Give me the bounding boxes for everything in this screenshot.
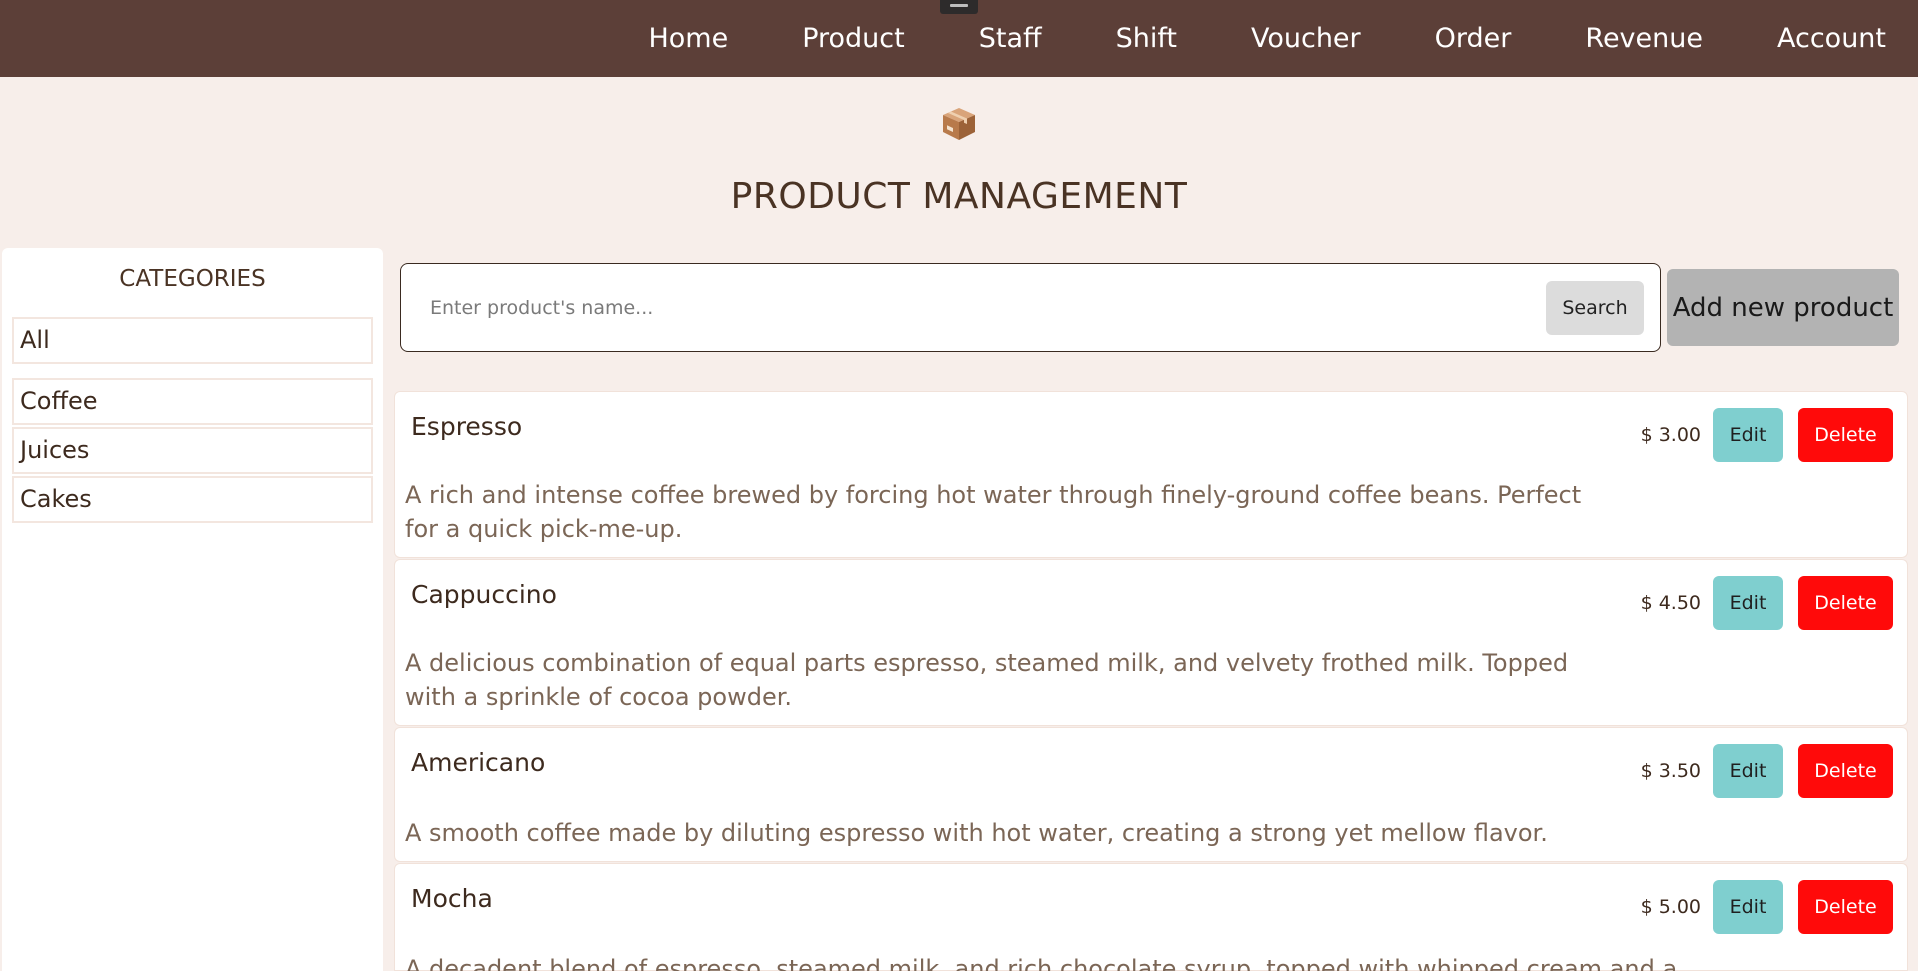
package-box-icon xyxy=(943,108,975,140)
product-card: Americano A smooth coffee made by diluti… xyxy=(394,727,1908,862)
page-title: PRODUCT MANAGEMENT xyxy=(730,176,1188,217)
category-all[interactable]: All xyxy=(12,317,373,364)
delete-button[interactable]: Delete xyxy=(1798,744,1893,798)
category-juices[interactable]: Juices xyxy=(12,427,373,474)
categories-title: CATEGORIES xyxy=(119,266,266,292)
nav-item-order[interactable]: Order xyxy=(1435,23,1512,54)
top-navbar: Home Product Staff Shift Voucher Order R… xyxy=(0,0,1918,77)
edit-button[interactable]: Edit xyxy=(1713,880,1783,934)
search-input[interactable] xyxy=(430,288,1510,328)
edit-button[interactable]: Edit xyxy=(1713,408,1783,462)
search-box: Search xyxy=(400,263,1661,352)
delete-button[interactable]: Delete xyxy=(1798,408,1893,462)
product-price: $ 4.50 xyxy=(1640,592,1701,614)
add-new-product-button[interactable]: Add new product xyxy=(1667,269,1899,346)
delete-button[interactable]: Delete xyxy=(1798,576,1893,630)
nav-item-account[interactable]: Account xyxy=(1777,23,1886,54)
edit-button[interactable]: Edit xyxy=(1713,744,1783,798)
product-card: Espresso A rich and intense coffee brewe… xyxy=(394,391,1908,558)
search-button[interactable]: Search xyxy=(1546,281,1644,335)
product-price: $ 5.00 xyxy=(1640,896,1701,918)
categories-sidebar: CATEGORIES All Coffee Juices Cakes xyxy=(2,248,383,971)
category-cakes[interactable]: Cakes xyxy=(12,476,373,523)
product-price: $ 3.00 xyxy=(1640,424,1701,446)
product-name: Mocha xyxy=(411,884,493,913)
product-card: Cappuccino A delicious combination of eq… xyxy=(394,559,1908,726)
product-description: A smooth coffee made by diluting espress… xyxy=(405,819,1548,847)
delete-button[interactable]: Delete xyxy=(1798,880,1893,934)
nav-item-revenue[interactable]: Revenue xyxy=(1585,23,1703,54)
nav-item-shift[interactable]: Shift xyxy=(1116,23,1177,54)
nav-item-voucher[interactable]: Voucher xyxy=(1251,23,1361,54)
product-name: Cappuccino xyxy=(411,580,557,609)
product-card: Mocha A decadent blend of espresso, stea… xyxy=(394,863,1908,971)
category-coffee[interactable]: Coffee xyxy=(12,378,373,425)
product-description: A rich and intense coffee brewed by forc… xyxy=(405,481,1582,543)
product-name: Americano xyxy=(411,748,546,777)
product-name: Espresso xyxy=(411,412,523,441)
nav-item-home[interactable]: Home xyxy=(648,23,728,54)
edit-button[interactable]: Edit xyxy=(1713,576,1783,630)
nav-item-product[interactable]: Product xyxy=(802,23,905,54)
nav-menu: Home Product Staff Shift Voucher Order R… xyxy=(648,0,1886,77)
product-description: A decadent blend of espresso, steamed mi… xyxy=(405,955,1678,971)
nav-item-staff[interactable]: Staff xyxy=(979,23,1042,54)
product-price: $ 3.50 xyxy=(1640,760,1701,782)
product-description: A delicious combination of equal parts e… xyxy=(405,649,1569,711)
